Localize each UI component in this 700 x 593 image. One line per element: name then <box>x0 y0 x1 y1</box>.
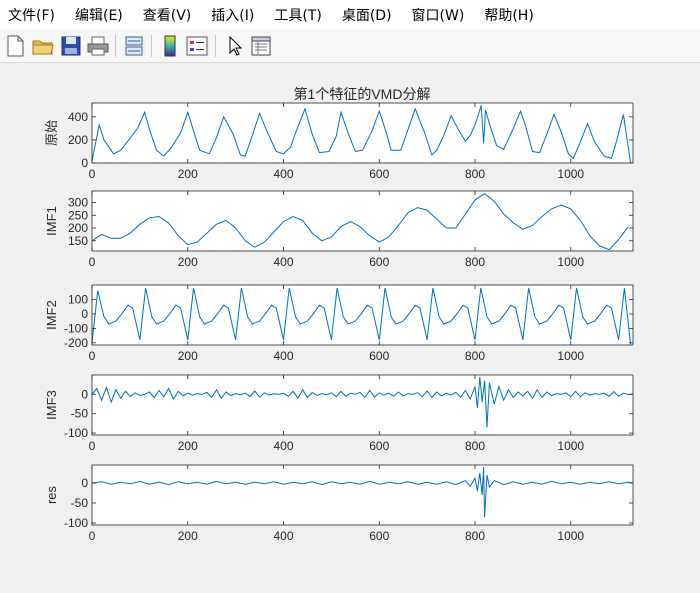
menu-tools[interactable]: 工具(T) <box>264 5 331 25</box>
x-tick-label: 400 <box>273 529 293 543</box>
x-tick-label: 200 <box>178 255 198 269</box>
y-tick-label: 300 <box>68 195 88 209</box>
x-tick-label: 600 <box>369 255 389 269</box>
property-inspector-icon[interactable] <box>249 34 273 58</box>
menu-desktop[interactable]: 桌面(D) <box>332 5 402 25</box>
x-tick-label: 200 <box>178 439 198 453</box>
y-tick-label: 0 <box>81 387 88 401</box>
y-axis-label: IMF3 <box>44 390 59 420</box>
toolbar-separator <box>115 35 116 57</box>
x-tick-label: 1000 <box>557 529 584 543</box>
x-tick-label: 400 <box>273 439 293 453</box>
x-tick-label: 1000 <box>557 349 584 363</box>
menu-bar: 文件(F) 编辑(E) 查看(V) 插入(I) 工具(T) 桌面(D) 窗口(W… <box>0 0 700 30</box>
x-tick-label: 600 <box>369 349 389 363</box>
new-file-icon[interactable] <box>3 34 27 58</box>
y-tick-label: -200 <box>64 336 88 350</box>
figure-window: 第1个特征的VMD分解 0 200 400 600 800 1000 0 200 400 原始 0 2… <box>0 63 700 589</box>
toolbar <box>0 30 700 63</box>
toolbar-separator <box>151 35 152 57</box>
open-folder-icon[interactable] <box>31 34 55 58</box>
save-icon[interactable] <box>59 34 83 58</box>
print-icon[interactable] <box>86 34 110 58</box>
y-tick-label: 0 <box>81 156 88 170</box>
x-tick-label: 0 <box>89 255 96 269</box>
x-tick-label: 0 <box>89 529 96 543</box>
x-tick-label: 200 <box>178 529 198 543</box>
toolbar-separator <box>215 35 216 57</box>
menu-edit[interactable]: 编辑(E) <box>65 5 133 25</box>
y-tick-label: -100 <box>64 321 88 335</box>
y-tick-label: 400 <box>68 110 88 124</box>
y-tick-label: -50 <box>71 496 89 510</box>
menu-help[interactable]: 帮助(H) <box>474 5 543 25</box>
chart-title: 第1个特征的VMD分解 <box>294 86 431 102</box>
x-tick-label: 800 <box>465 439 485 453</box>
y-tick-label: 150 <box>68 234 88 248</box>
menu-file[interactable]: 文件(F) <box>0 5 65 25</box>
y-tick-label: -100 <box>64 426 88 440</box>
axes-background <box>92 191 633 251</box>
y-tick-label: 200 <box>68 221 88 235</box>
x-tick-label: 800 <box>465 255 485 269</box>
x-tick-label: 600 <box>369 167 389 181</box>
x-tick-label: 0 <box>89 167 96 181</box>
x-tick-label: 600 <box>369 439 389 453</box>
menu-window[interactable]: 窗口(W) <box>402 5 475 25</box>
subplot-1[interactable]: 0 200 400 600 800 1000 0 200 400 原始 <box>44 102 634 181</box>
x-tick-label: 400 <box>273 349 293 363</box>
x-tick-label: 800 <box>465 167 485 181</box>
subplot-3[interactable]: 0 200 400 600 800 1000-200-1000100IMF2 <box>44 284 634 363</box>
x-tick-label: 1000 <box>557 255 584 269</box>
y-tick-label: 200 <box>68 133 88 147</box>
x-tick-label: 600 <box>369 529 389 543</box>
x-tick-label: 0 <box>89 349 96 363</box>
colorbar-icon[interactable] <box>158 34 182 58</box>
axes-background <box>92 465 633 525</box>
x-tick-label: 1000 <box>557 167 584 181</box>
x-tick-label: 400 <box>273 255 293 269</box>
menu-insert[interactable]: 插入(I) <box>201 5 264 25</box>
x-tick-label: 200 <box>178 167 198 181</box>
y-axis-label: IMF1 <box>44 206 59 236</box>
y-axis-label: 原始 <box>44 120 59 146</box>
menu-view[interactable]: 查看(V) <box>133 5 202 25</box>
subplot-5[interactable]: 0 200 400 600 800 1000 -100 -50 0 res <box>44 464 634 543</box>
y-tick-label: 100 <box>68 292 88 306</box>
pointer-icon[interactable] <box>222 34 246 58</box>
subplot-2[interactable]: 0 200 400 600 800 1000150200250300IMF1 <box>44 190 634 269</box>
y-tick-label: 0 <box>81 476 88 490</box>
axes-background <box>92 375 633 435</box>
y-tick-label: 250 <box>68 208 88 222</box>
x-tick-label: 800 <box>465 349 485 363</box>
vmd-decomposition-chart: 第1个特征的VMD分解 0 200 400 600 800 10000200400原始0 2… <box>44 86 634 543</box>
axes-background <box>92 103 633 163</box>
x-tick-label: 1000 <box>557 439 584 453</box>
y-tick-label: -100 <box>64 516 88 530</box>
y-axis-label: res <box>44 485 59 504</box>
x-tick-label: 200 <box>178 349 198 363</box>
subplot-4[interactable]: 0 200 400 600 800 1000 -100 -50 0 IMF3 <box>44 374 634 453</box>
x-tick-label: 800 <box>465 529 485 543</box>
legend-icon[interactable] <box>185 34 209 58</box>
link-plot-icon[interactable] <box>122 34 146 58</box>
y-tick-label: 0 <box>81 307 88 321</box>
y-tick-label: -50 <box>71 407 89 421</box>
y-axis-label: IMF2 <box>44 300 59 330</box>
x-tick-label: 400 <box>273 167 293 181</box>
x-tick-label: 0 <box>89 439 96 453</box>
